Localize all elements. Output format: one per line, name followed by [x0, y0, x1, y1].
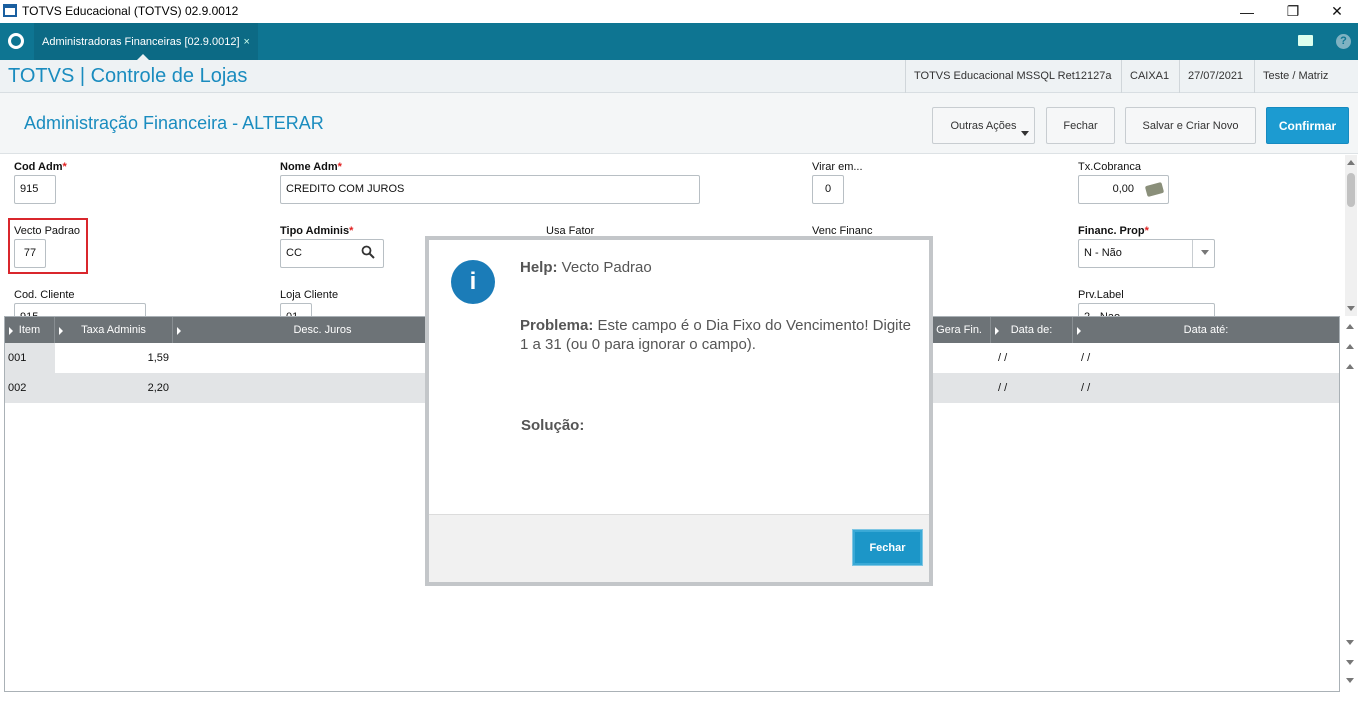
column-header-item[interactable]: Item [5, 317, 55, 343]
tab-label: Administradoras Financeiras [02.9.0012] [42, 35, 240, 48]
nome-adm-label: Nome Adm* [280, 161, 342, 173]
virar-em-field[interactable]: 0 [812, 175, 844, 204]
app-title: TOTVS | Controle de Lojas [8, 65, 248, 87]
form-scrollbar[interactable] [1345, 155, 1357, 316]
solution-label: Solução: [521, 417, 585, 434]
prv-label-label: Prv.Label [1078, 289, 1124, 301]
outras-acoes-label: Outras Ações [950, 119, 1017, 132]
window-title: TOTVS Educacional (TOTVS) 02.9.0012 [22, 4, 239, 18]
expand-icon [995, 327, 999, 335]
cell-item: 002 [8, 382, 27, 394]
financ-prop-select[interactable]: N - Não [1078, 239, 1215, 268]
expand-icon [59, 327, 63, 335]
scroll-bottom-icon[interactable] [1346, 678, 1354, 683]
scroll-top-icon[interactable] [1346, 324, 1354, 329]
cod-adm-label: Cod Adm* [14, 161, 67, 173]
expand-icon [1077, 327, 1081, 335]
help-icon[interactable]: ? [1336, 34, 1351, 49]
totvs-logo-icon[interactable] [8, 33, 24, 49]
cell-taxa: 2,20 [147, 382, 169, 394]
help-title: Help: Vecto Padrao [520, 259, 652, 276]
minimize-button[interactable]: — [1224, 0, 1270, 23]
chevron-down-icon [1021, 131, 1029, 136]
virar-em-label: Virar em... [812, 161, 863, 173]
expand-icon [177, 327, 181, 335]
restore-button[interactable]: ❐ [1270, 0, 1316, 23]
vecto-padrao-label: Vecto Padrao [14, 225, 81, 237]
cod-cliente-field[interactable]: 915 [14, 303, 146, 316]
scroll-up-icon[interactable] [1347, 160, 1355, 165]
dialog-fechar-button[interactable]: Fechar [853, 530, 922, 565]
vecto-padrao-field[interactable]: 77 [14, 239, 46, 268]
column-header-data-de[interactable]: Data de: [991, 317, 1073, 343]
column-header-taxa[interactable]: Taxa Adminis [55, 317, 173, 343]
top-navbar: Administradoras Financeiras [02.9.0012] … [0, 23, 1358, 60]
action-bar: Administração Financeira - ALTERAR Outra… [0, 93, 1358, 154]
mail-icon[interactable] [1298, 35, 1313, 46]
window-titlebar: TOTVS Educacional (TOTVS) 02.9.0012 — ❐ … [0, 0, 1358, 23]
page-title: Administração Financeira - ALTERAR [24, 113, 324, 133]
scroll-down-icon[interactable] [1346, 640, 1354, 645]
loja-cliente-field[interactable]: 01 [280, 303, 312, 316]
cell-data-de: / / [998, 382, 1008, 394]
scroll-up-icon[interactable] [1346, 364, 1354, 369]
cell-taxa: 1,59 [147, 352, 169, 364]
scroll-down-icon[interactable] [1347, 306, 1355, 311]
info-icon: i [451, 260, 495, 304]
app-header: TOTVS | Controle de Lojas TOTVS Educacio… [0, 60, 1358, 93]
financ-prop-label: Financ. Prop* [1078, 225, 1149, 237]
environment-info: TOTVS Educacional MSSQL Ret12127a [905, 60, 1120, 93]
grid-scrollbar[interactable] [1344, 318, 1356, 690]
column-header-data-ate[interactable]: Data até: [1073, 317, 1339, 343]
outras-acoes-button[interactable]: Outras Ações [932, 107, 1035, 144]
close-window-button[interactable]: ✕ [1314, 0, 1358, 23]
app-icon [3, 4, 17, 17]
fechar-button[interactable]: Fechar [1046, 107, 1115, 144]
nome-adm-field[interactable]: CREDITO COM JUROS [280, 175, 700, 204]
chevron-down-icon[interactable] [1201, 250, 1209, 255]
tipo-adminis-label: Tipo Adminis* [280, 225, 354, 237]
date-info: 27/07/2021 [1179, 60, 1251, 93]
cell-item: 001 [5, 343, 55, 373]
page-up-icon[interactable] [1346, 344, 1354, 349]
prv-label-select[interactable]: 2 - Nao [1078, 303, 1215, 316]
expand-icon [9, 327, 13, 335]
search-icon[interactable] [361, 245, 375, 259]
cod-adm-field[interactable]: 915 [14, 175, 56, 204]
scrollbar-thumb[interactable] [1347, 173, 1355, 207]
cell-data-ate: / / [1081, 352, 1091, 364]
help-dialog: i Help: Vecto Padrao Problema: Este camp… [425, 236, 933, 586]
problem-text: Problema: Este campo é o Dia Fixo do Ven… [520, 317, 912, 353]
page-down-icon[interactable] [1346, 660, 1354, 665]
cell-data-ate: / / [1081, 382, 1091, 394]
station-info: CAIXA1 [1121, 60, 1177, 93]
select-divider [1192, 240, 1193, 267]
salvar-criar-novo-button[interactable]: Salvar e Criar Novo [1125, 107, 1256, 144]
company-info: Teste / Matriz [1254, 60, 1336, 93]
cell-data-de: / / [998, 352, 1008, 364]
cod-cliente-label: Cod. Cliente [14, 289, 75, 301]
confirmar-button[interactable]: Confirmar [1266, 107, 1349, 144]
loja-cliente-label: Loja Cliente [280, 289, 339, 301]
tx-cobranca-label: Tx.Cobranca [1078, 161, 1141, 173]
tab-close-icon[interactable]: × [244, 36, 250, 48]
